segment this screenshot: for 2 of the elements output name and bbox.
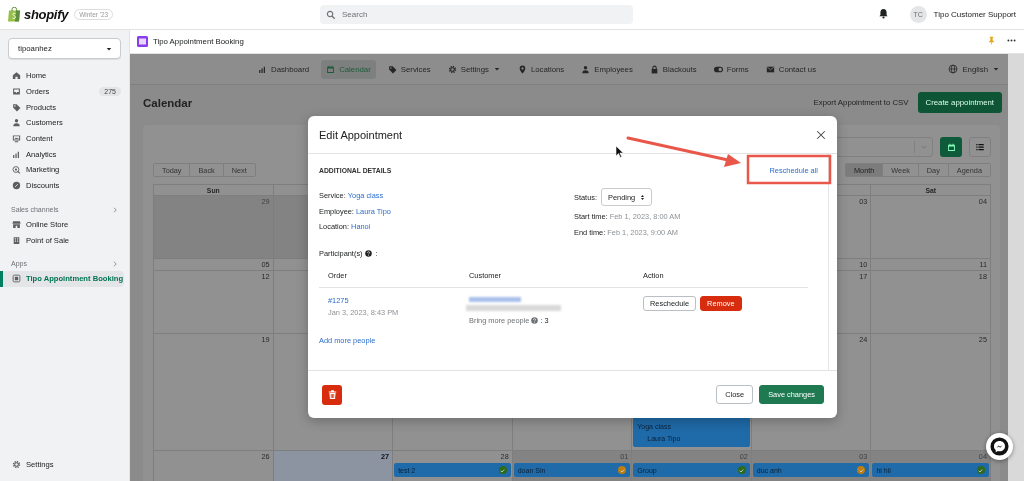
modal-title: Edit Appointment	[319, 128, 403, 141]
page-title: Calendar	[143, 96, 194, 109]
